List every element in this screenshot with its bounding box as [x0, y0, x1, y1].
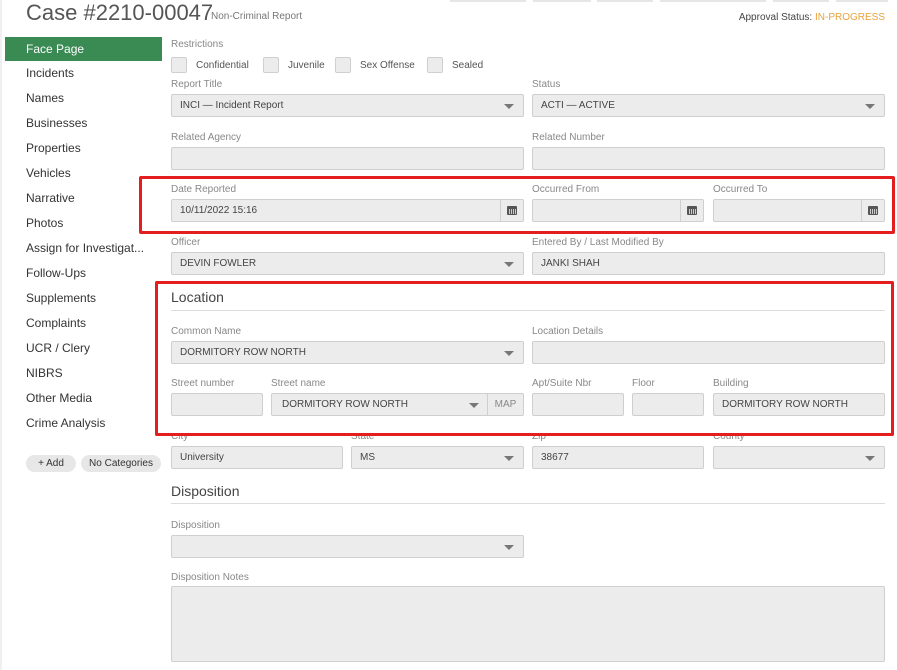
- categories-tag: No Categories: [81, 455, 161, 472]
- toolbar-button[interactable]: [533, 0, 591, 2]
- entered-by-field: JANKI SHAH: [532, 252, 885, 275]
- disposition-select[interactable]: [171, 535, 524, 558]
- occurred-to-calendar-button[interactable]: [861, 200, 884, 221]
- chevron-down-icon: [504, 104, 514, 109]
- confidential-checkbox[interactable]: [171, 57, 187, 73]
- occurred-from-calendar-button[interactable]: [680, 200, 703, 221]
- sidebar-item-follow-ups[interactable]: Follow-Ups: [5, 261, 162, 286]
- disposition-label: Disposition: [171, 520, 220, 531]
- chevron-down-icon: [504, 456, 514, 461]
- date-reported-label: Date Reported: [171, 184, 237, 195]
- entered-by-label: Entered By / Last Modified By: [532, 237, 664, 248]
- occurred-to-input[interactable]: [713, 199, 885, 222]
- toolbar-button[interactable]: [660, 0, 766, 2]
- officer-value: DEVIN FOWLER: [180, 258, 257, 269]
- related-number-input[interactable]: [532, 147, 885, 170]
- toolbar-button[interactable]: [450, 0, 526, 2]
- window-edge: [0, 0, 2, 670]
- status-label: Status: [532, 79, 561, 90]
- sidebar-item-incidents[interactable]: Incidents: [5, 61, 162, 86]
- chevron-down-icon: [504, 545, 514, 550]
- occurred-from-label: Occurred From: [532, 184, 600, 195]
- toolbar-button[interactable]: [836, 0, 888, 2]
- chevron-down-icon: [865, 456, 875, 461]
- occurred-from-input[interactable]: [532, 199, 704, 222]
- approval-status: Approval Status: IN-PROGRESS: [739, 12, 885, 23]
- sealed-checkbox[interactable]: [427, 57, 443, 73]
- city-input[interactable]: University: [171, 446, 343, 469]
- sidebar-item-assign[interactable]: Assign for Investigat...: [5, 236, 162, 261]
- restrictions-label: Restrictions: [171, 39, 224, 50]
- sealed-label: Sealed: [452, 60, 484, 71]
- approval-status-label: Approval Status:: [738, 12, 813, 23]
- toolbar-button[interactable]: [597, 0, 653, 2]
- page-title: Case #2210-00047: [26, 0, 214, 25]
- sidebar-item-other-media[interactable]: Other Media: [5, 386, 162, 411]
- add-category-button[interactable]: + Add: [26, 455, 76, 472]
- report-title-select[interactable]: INCI — Incident Report: [171, 94, 524, 117]
- sidebar-nav: Face Page Incidents Names Businesses Pro…: [5, 37, 162, 436]
- county-select[interactable]: [713, 446, 885, 469]
- related-agency-input[interactable]: [171, 147, 524, 170]
- confidential-label: Confidential: [196, 60, 249, 71]
- chevron-down-icon: [865, 104, 875, 109]
- state-value: MS: [360, 452, 375, 463]
- juvenile-checkbox[interactable]: [263, 57, 279, 73]
- occurred-to-label: Occurred To: [713, 184, 768, 195]
- officer-label: Officer: [171, 237, 201, 248]
- related-agency-label: Related Agency: [171, 132, 242, 143]
- sidebar-item-names[interactable]: Names: [5, 86, 162, 111]
- approval-status-value: IN-PROGRESS: [814, 12, 885, 23]
- disposition-divider: [171, 503, 885, 504]
- juvenile-label: Juvenile: [288, 60, 325, 71]
- sidebar-item-supplements[interactable]: Supplements: [5, 286, 162, 311]
- disposition-section-title: Disposition: [171, 483, 240, 499]
- page-subtitle: Non-Criminal Report: [211, 11, 303, 22]
- date-reported-input[interactable]: 10/11/2022 15:16: [171, 199, 524, 222]
- status-value: ACTI — ACTIVE: [541, 100, 615, 111]
- sidebar-item-face-page[interactable]: Face Page: [5, 37, 162, 61]
- sex-offense-checkbox[interactable]: [335, 57, 351, 73]
- date-reported-value: 10/11/2022 15:16: [180, 205, 258, 216]
- sidebar-item-businesses[interactable]: Businesses: [5, 111, 162, 136]
- sidebar-item-crime-analysis[interactable]: Crime Analysis: [5, 411, 162, 436]
- zip-input[interactable]: 38677: [532, 446, 704, 469]
- officer-select[interactable]: DEVIN FOWLER: [171, 252, 524, 275]
- sidebar-item-complaints[interactable]: Complaints: [5, 311, 162, 336]
- report-title-label: Report Title: [171, 79, 223, 90]
- disposition-notes-label: Disposition Notes: [171, 572, 249, 583]
- state-select[interactable]: MS: [351, 446, 524, 469]
- disposition-notes-textarea[interactable]: [171, 586, 885, 662]
- chevron-down-icon: [504, 262, 514, 267]
- related-number-label: Related Number: [532, 132, 605, 143]
- calendar-icon: [507, 206, 517, 215]
- sidebar-item-ucr-clery[interactable]: UCR / Clery: [5, 336, 162, 361]
- sidebar-item-properties[interactable]: Properties: [5, 136, 162, 161]
- calendar-icon: [687, 206, 697, 215]
- highlight-box-location-overlay: [155, 281, 894, 436]
- toolbar-button[interactable]: [773, 0, 829, 2]
- report-title-value: INCI — Incident Report: [180, 100, 284, 111]
- sex-offense-label: Sex Offense: [360, 60, 415, 71]
- sidebar-item-nibrs[interactable]: NIBRS: [5, 361, 162, 386]
- date-reported-calendar-button[interactable]: [500, 200, 523, 221]
- status-select[interactable]: ACTI — ACTIVE: [532, 94, 885, 117]
- calendar-icon: [868, 206, 878, 215]
